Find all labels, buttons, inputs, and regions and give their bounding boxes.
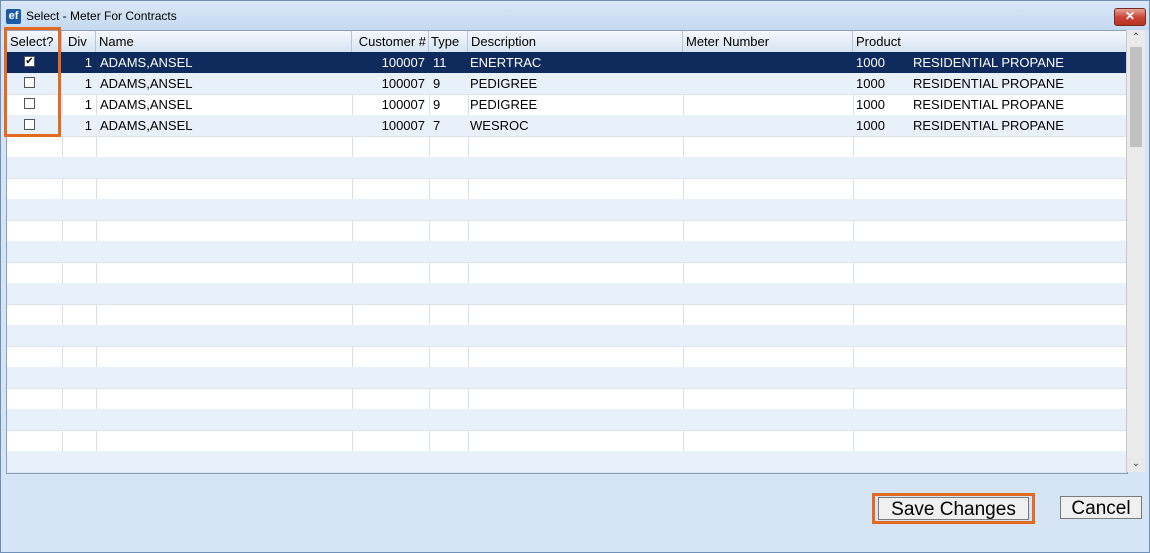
table-row[interactable]: 1 ADAMS,ANSEL 100007 9 PEDIGREE 1000 RESIDENTI… xyxy=(7,73,1127,95)
div-cell: 1 xyxy=(84,55,92,70)
div-cell: 1 xyxy=(84,97,92,112)
meter-grid: Select? Div Name Customer # Type Descrip… xyxy=(6,30,1128,474)
div-cell: 1 xyxy=(84,76,92,91)
product-code-cell: 1000 xyxy=(856,97,885,112)
name-cell: ADAMS,ANSEL xyxy=(100,55,193,70)
description-cell: WESROC xyxy=(470,118,529,133)
table-row[interactable] xyxy=(7,157,1127,179)
select-checkbox[interactable] xyxy=(24,98,35,109)
cancel-button[interactable]: Cancel xyxy=(1060,496,1142,519)
meter-number-cell xyxy=(685,115,853,136)
table-row[interactable] xyxy=(7,283,1127,305)
table-row[interactable] xyxy=(7,262,1127,284)
type-cell: 9 xyxy=(433,76,441,91)
product-name-cell: RESIDENTIAL PROPANE xyxy=(913,55,1064,70)
vertical-scrollbar[interactable]: ⌃ ⌄ xyxy=(1126,30,1145,472)
description-cell: ENERTRAC xyxy=(470,55,542,70)
div-cell: 1 xyxy=(84,118,92,133)
name-cell: ADAMS,ANSEL xyxy=(100,97,193,112)
meter-number-cell xyxy=(685,52,853,73)
product-name-cell: RESIDENTIAL PROPANE xyxy=(913,97,1064,112)
table-row[interactable] xyxy=(7,178,1127,200)
column-header-customer[interactable]: Customer # xyxy=(352,31,429,52)
product-name-cell: RESIDENTIAL PROPANE xyxy=(913,76,1064,91)
product-name-cell: RESIDENTIAL PROPANE xyxy=(913,118,1064,133)
table-row[interactable]: 1 ADAMS,ANSEL 100007 7 WESROC 1000 RESIDENTIAL… xyxy=(7,115,1127,137)
product-code-cell: 1000 xyxy=(856,118,885,133)
column-header-meter-number[interactable]: Meter Number xyxy=(683,31,853,52)
type-cell: 7 xyxy=(433,118,441,133)
name-cell: ADAMS,ANSEL xyxy=(100,76,193,91)
table-row[interactable] xyxy=(7,304,1127,326)
table-row[interactable] xyxy=(7,451,1127,473)
customer-cell: 100007 xyxy=(381,118,425,133)
product-code-cell: 1000 xyxy=(856,76,885,91)
scroll-up-icon[interactable]: ⌃ xyxy=(1127,30,1145,46)
grid-header: Select? Div Name Customer # Type Descrip… xyxy=(7,31,1127,53)
customer-cell: 100007 xyxy=(381,76,425,91)
table-row[interactable] xyxy=(7,367,1127,389)
column-header-product[interactable]: Product xyxy=(853,31,1127,52)
product-code-cell: 1000 xyxy=(856,55,885,70)
scroll-down-icon[interactable]: ⌄ xyxy=(1127,456,1145,472)
table-row[interactable] xyxy=(7,220,1127,242)
column-header-description[interactable]: Description xyxy=(468,31,683,52)
table-row[interactable] xyxy=(7,136,1127,158)
select-checkbox[interactable]: ✔ xyxy=(24,56,35,67)
meter-number-cell xyxy=(685,94,853,115)
table-row[interactable] xyxy=(7,430,1127,452)
table-row[interactable] xyxy=(7,346,1127,368)
table-row[interactable] xyxy=(7,388,1127,410)
close-button[interactable]: ✕ xyxy=(1114,8,1146,26)
scroll-thumb[interactable] xyxy=(1130,47,1142,147)
dialog-window: ef Select - Meter For Contracts ✕ Select… xyxy=(0,0,1150,553)
description-cell: PEDIGREE xyxy=(470,76,538,91)
table-row[interactable] xyxy=(7,199,1127,221)
table-row[interactable] xyxy=(7,241,1127,263)
column-header-select[interactable]: Select? xyxy=(7,31,62,52)
table-row[interactable] xyxy=(7,409,1127,431)
title-bar[interactable]: ef Select - Meter For Contracts ✕ xyxy=(1,1,1149,30)
column-header-name[interactable]: Name xyxy=(96,31,352,52)
name-cell: ADAMS,ANSEL xyxy=(100,118,193,133)
select-checkbox[interactable] xyxy=(24,77,35,88)
table-row[interactable]: ✔ 1 ADAMS,ANSEL 100007 11 ENERTRAC 1000 RESIDEN… xyxy=(7,52,1127,74)
customer-cell: 100007 xyxy=(381,97,425,112)
column-header-div[interactable]: Div xyxy=(62,31,96,52)
table-row[interactable]: 1 ADAMS,ANSEL 100007 9 PEDIGREE 1000 RESIDENTI… xyxy=(7,94,1127,116)
save-changes-button[interactable]: Save Changes xyxy=(878,497,1029,520)
type-cell: 9 xyxy=(433,97,441,112)
description-cell: PEDIGREE xyxy=(470,97,538,112)
select-checkbox[interactable] xyxy=(24,119,35,130)
type-cell: 11 xyxy=(433,55,447,70)
customer-cell: 100007 xyxy=(381,55,425,70)
table-row[interactable] xyxy=(7,325,1127,347)
column-header-type[interactable]: Type xyxy=(429,31,468,52)
meter-number-cell xyxy=(685,73,853,94)
window-title: Select - Meter For Contracts xyxy=(26,9,177,23)
app-icon: ef xyxy=(6,9,21,24)
